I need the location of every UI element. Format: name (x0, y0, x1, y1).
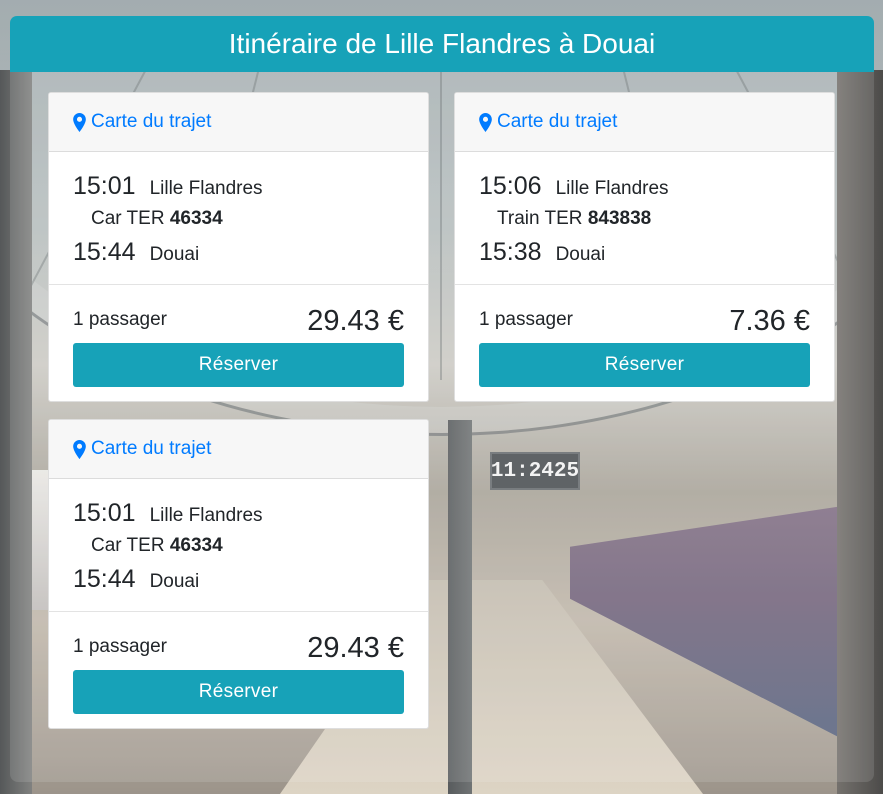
departure-station: Lille Flandres (149, 505, 263, 526)
page-title: Itinéraire de Lille Flandres à Douai (228, 28, 656, 59)
vehicle-info: Train TER 843838 (497, 208, 651, 230)
map-marker-icon (73, 439, 86, 459)
arrival-station: Douai (149, 571, 200, 592)
route-map-link[interactable]: Carte du trajet (479, 111, 617, 133)
departure-station: Lille Flandres (149, 178, 263, 199)
schedule: 15:01 Lille Flandres Car TER 46334 15:44… (49, 479, 428, 612)
passenger-count: 1 passager (73, 309, 168, 330)
price: 7.36 € (729, 305, 810, 337)
card-footer: 1 passager 29.43 € Réserver (49, 612, 428, 728)
vehicle-info: Car TER 46334 (91, 208, 223, 230)
map-marker-icon (73, 112, 86, 132)
map-marker-icon (479, 112, 492, 132)
card-header: Carte du trajet (49, 93, 428, 152)
route-map-label: Carte du trajet (91, 438, 212, 459)
itinerary-card: Carte du trajet 15:01 Lille Flandres Car… (48, 92, 429, 402)
route-map-link[interactable]: Carte du trajet (73, 111, 211, 133)
vehicle-type: Car TER (91, 208, 165, 229)
vehicle-number: 843838 (587, 208, 652, 229)
departure-time: 15:06 (479, 172, 542, 200)
departure-time: 15:01 (73, 499, 136, 527)
card-header: Carte du trajet (49, 420, 428, 479)
route-map-label: Carte du trajet (91, 111, 212, 132)
itinerary-card: Carte du trajet 15:01 Lille Flandres Car… (48, 419, 429, 729)
price: 29.43 € (307, 305, 404, 337)
book-button[interactable]: Réserver (73, 343, 404, 387)
vehicle-number: 46334 (169, 535, 223, 556)
departure-time: 15:01 (73, 172, 136, 200)
card-header: Carte du trajet (455, 93, 834, 152)
arrival-time: 15:38 (479, 238, 542, 266)
route-map-label: Carte du trajet (497, 111, 618, 132)
arrival-station: Douai (555, 244, 606, 265)
schedule: 15:06 Lille Flandres Train TER 843838 15… (455, 152, 834, 285)
departure-station: Lille Flandres (555, 178, 669, 199)
vehicle-info: Car TER 46334 (91, 535, 223, 557)
vehicle-type: Car TER (91, 535, 165, 556)
vehicle-type: Train TER (497, 208, 583, 229)
vehicle-number: 46334 (169, 208, 223, 229)
arrival-time: 15:44 (73, 565, 136, 593)
passenger-count: 1 passager (73, 636, 168, 657)
arrival-station: Douai (149, 244, 200, 265)
passenger-count: 1 passager (479, 309, 574, 330)
route-map-link[interactable]: Carte du trajet (73, 438, 211, 460)
book-button[interactable]: Réserver (479, 343, 810, 387)
page-header: Itinéraire de Lille Flandres à Douai (10, 16, 874, 72)
price: 29.43 € (307, 632, 404, 664)
itinerary-card: Carte du trajet 15:06 Lille Flandres Tra… (454, 92, 835, 402)
card-footer: 1 passager 7.36 € Réserver (455, 285, 834, 401)
card-footer: 1 passager 29.43 € Réserver (49, 285, 428, 401)
schedule: 15:01 Lille Flandres Car TER 46334 15:44… (49, 152, 428, 285)
book-button[interactable]: Réserver (73, 670, 404, 714)
arrival-time: 15:44 (73, 238, 136, 266)
